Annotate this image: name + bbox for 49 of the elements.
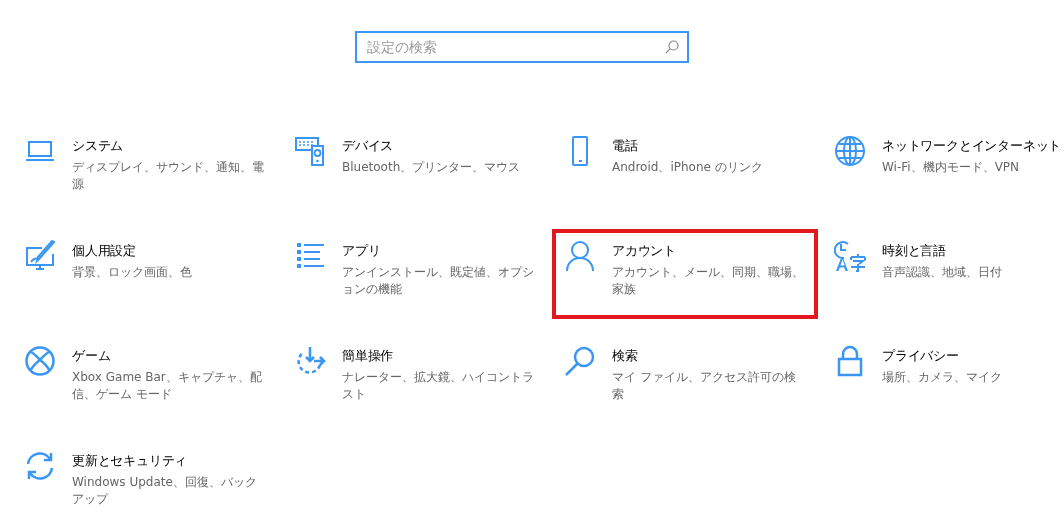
tile-description: Bluetooth、プリンター、マウス — [342, 159, 521, 176]
tile-description: Android、iPhone のリンク — [612, 159, 763, 176]
settings-tile[interactable]: 更新とセキュリティ Windows Update、回復、バックアップ — [12, 439, 278, 517]
tile-description: Wi-Fi、機内モード、VPN — [882, 159, 1021, 176]
tile-description: アンインストール、既定値、オプションの機能 — [342, 264, 535, 298]
settings-tile[interactable]: 個人用設定 背景、ロック画面、色 — [12, 229, 278, 319]
tile-title: ネットワークとインターネット — [882, 137, 1062, 155]
sync-arrows-icon — [24, 450, 56, 482]
tile-title: システム — [72, 137, 125, 155]
settings-tile[interactable]: システム ディスプレイ、サウンド、通知、電源 — [12, 124, 278, 214]
settings-tile[interactable]: デバイス Bluetooth、プリンター、マウス — [282, 124, 548, 214]
tile-description: 場所、カメラ、マイク — [882, 369, 1002, 386]
keyboard-speaker-icon — [294, 135, 326, 167]
tile-title: 簡単操作 — [342, 347, 395, 365]
tile-title: アプリ — [342, 242, 382, 260]
settings-tile[interactable]: プライバシー 場所、カメラ、マイク — [822, 334, 1064, 424]
tile-description: Xbox Game Bar、キャプチャ、配信、ゲーム モード — [72, 369, 263, 403]
tile-title: 個人用設定 — [72, 242, 137, 260]
monitor-brush-icon — [24, 240, 56, 272]
search-icon — [564, 345, 596, 377]
tile-description: Windows Update、回復、バックアップ — [72, 474, 258, 508]
tile-title: 電話 — [612, 137, 639, 155]
tile-title: 検索 — [612, 347, 639, 365]
tile-title: 更新とセキュリティ — [72, 452, 189, 470]
tile-description: ナレーター、拡大鏡、ハイコントラスト — [342, 369, 535, 403]
tile-description: ディスプレイ、サウンド、通知、電源 — [72, 159, 265, 193]
tile-description: アカウント、メール、同期、職場、家族 — [612, 264, 805, 298]
search-field[interactable]: 設定の検索 — [355, 31, 689, 63]
clock-letters-icon — [834, 240, 866, 272]
settings-tile[interactable]: アプリ アンインストール、既定値、オプションの機能 — [282, 229, 548, 319]
highlight-frame[interactable]: アカウント アカウント、メール、同期、職場、家族 — [552, 229, 818, 319]
settings-tile[interactable]: 時刻と言語 音声認識、地域、日付 — [822, 229, 1064, 319]
tile-description: 音声認識、地域、日付 — [882, 264, 1002, 281]
settings-tile[interactable]: 電話 Android、iPhone のリンク — [552, 124, 818, 214]
tile-title: プライバシー — [882, 347, 960, 365]
settings-tile[interactable]: ゲーム Xbox Game Bar、キャプチャ、配信、ゲーム モード — [12, 334, 278, 424]
tile-title: デバイス — [342, 137, 395, 155]
person-icon — [564, 240, 596, 272]
dashed-circle-arrow-icon — [294, 345, 326, 377]
settings-tile[interactable]: ネットワークとインターネット Wi-Fi、機内モード、VPN — [822, 124, 1064, 214]
globe-icon — [834, 135, 866, 167]
settings-tile[interactable]: 簡単操作 ナレーター、拡大鏡、ハイコントラスト — [282, 334, 548, 424]
tile-description: 背景、ロック画面、色 — [72, 264, 192, 281]
search-icon — [665, 40, 679, 54]
tile-title: ゲーム — [72, 347, 112, 365]
settings-tile[interactable]: 検索 マイ ファイル、アクセス許可の検索 — [552, 334, 818, 424]
tile-description: マイ ファイル、アクセス許可の検索 — [612, 369, 797, 403]
tile-title: アカウント — [612, 242, 677, 260]
tile-title: 時刻と言語 — [882, 242, 947, 260]
